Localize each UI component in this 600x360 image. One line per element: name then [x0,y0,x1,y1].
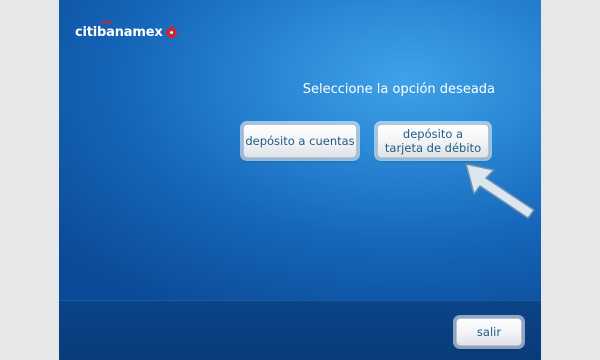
deposit-to-account-button[interactable]: depósito a cuentas [243,124,357,158]
bank-logo: citi banamex [75,20,178,42]
deposit-to-debit-card-label: depósito a tarjeta de débito [384,126,482,155]
exit-button[interactable]: salir [456,318,522,346]
deposit-to-account-label: depósito a cuentas [245,133,355,148]
pointing-arrow-icon [465,163,535,219]
deposit-to-debit-card-button[interactable]: depósito a tarjeta de débito [377,124,489,158]
logo-wordmark: citi banamex [75,20,163,40]
exit-label: salir [476,324,502,339]
instruction-text: Seleccione la opción deseada [302,82,495,97]
banamex-flower-icon [165,26,177,38]
atm-screen: citi banamex Seleccione la opción deseada… [59,0,541,360]
